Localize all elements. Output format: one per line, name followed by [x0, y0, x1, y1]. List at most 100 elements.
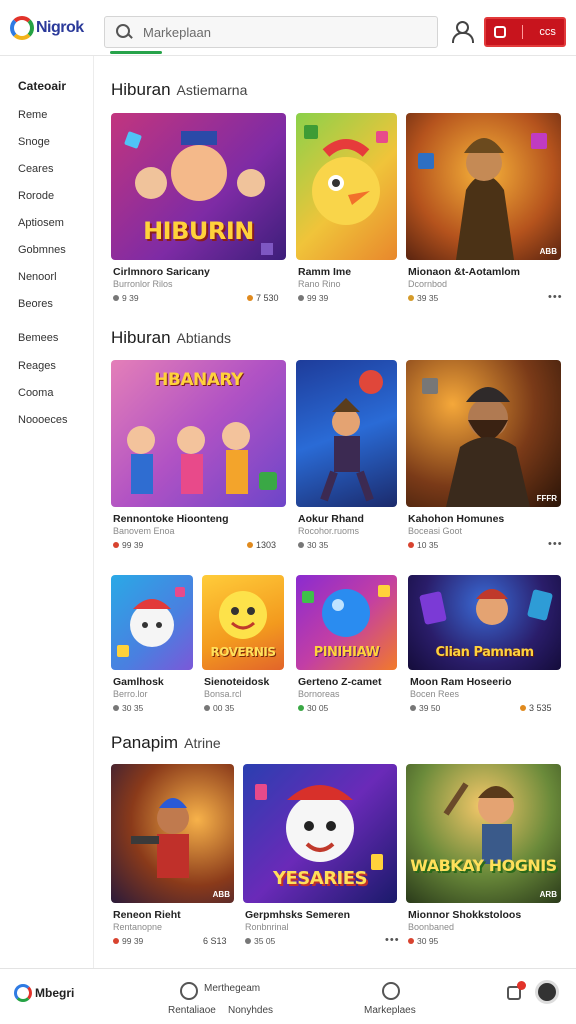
game-thumbnail[interactable]: WABKAY HOGNIS ARB	[406, 764, 561, 903]
rating-icon	[408, 938, 414, 944]
game-thumbnail[interactable]: HBANARY	[111, 360, 286, 507]
game-card[interactable]: ABB Reneon Rieht Rentanopne 99 39 6 S13	[111, 764, 234, 949]
game-title: Cirlmnoro Saricany	[113, 266, 210, 278]
game-card[interactable]: HBANARY Rennontoke Hioonteng Banovem Eno…	[111, 360, 286, 550]
nav-tab-label[interactable]: Merthegeam	[204, 983, 260, 994]
game-thumbnail-title: YESARIES	[272, 868, 368, 889]
more-options-icon[interactable]: •••	[548, 538, 563, 550]
coin-icon	[520, 705, 526, 711]
game-thumbnail[interactable]: YESARIES	[243, 764, 397, 903]
price-value: 3 535	[529, 703, 552, 713]
bottom-logo[interactable]: Mbegri	[14, 984, 74, 1002]
game-title: Mionnor Shokkstoloos	[408, 909, 522, 921]
rating-icon	[298, 705, 304, 711]
rating-icon	[410, 705, 416, 711]
game-meta: 10 35	[408, 540, 438, 550]
sidebar-item[interactable]: Gobmnes	[18, 244, 66, 256]
logo-text: Nigrok	[36, 19, 84, 36]
game-thumbnail[interactable]: FFFR	[406, 360, 561, 507]
game-thumbnail[interactable]: PINIHIAW	[296, 575, 397, 670]
game-card[interactable]: FFFR Kahohon Homunes Boceasi Goot 10 35 …	[406, 360, 563, 550]
sidebar-item[interactable]: Reages	[18, 360, 56, 372]
rating-icon	[408, 542, 414, 548]
character-illustration	[422, 378, 530, 507]
nav-tab-label[interactable]: Markeplaes	[364, 1005, 416, 1016]
sidebar-item[interactable]: Rorode	[18, 190, 54, 202]
sidebar-item[interactable]: Aptiosem	[18, 217, 64, 229]
game-title: Gerteno Z-camet	[298, 676, 382, 688]
rating-value: 99 39	[307, 293, 329, 303]
game-thumbnail[interactable]	[296, 360, 397, 507]
game-title: Gamlhosk	[113, 676, 164, 688]
game-meta: 99 39	[113, 540, 143, 550]
active-tab-indicator	[110, 51, 162, 54]
price-value: 7 530	[256, 293, 279, 303]
more-options-icon[interactable]: •••	[385, 934, 400, 946]
sidebar-item[interactable]: Beores	[18, 298, 53, 310]
game-card[interactable]: HIBURIN Cirlmnoro Saricany Burronlor Ril…	[111, 113, 286, 303]
game-thumbnail[interactable]: HIBURIN	[111, 113, 286, 260]
sidebar-item[interactable]: Noooeces	[18, 414, 68, 426]
game-card[interactable]: YESARIES Gerpmhsks Semeren Ronbnrinal 35…	[243, 764, 400, 949]
search-input[interactable]: Markeplaan	[143, 25, 211, 40]
cart-button[interactable]: ccs	[484, 17, 566, 47]
game-thumbnail[interactable]	[111, 575, 193, 670]
section-title: Hiburan Abtiands	[111, 328, 231, 348]
game-card[interactable]: ABB Mionaon &t-Aotamlom Dcornbod 39 35 •…	[406, 113, 563, 303]
game-price: 6 S13	[203, 936, 227, 946]
character-illustration	[443, 782, 514, 864]
game-card[interactable]: ROVERNIS Sienoteidosk Bonsa.rcl 00 35	[202, 575, 284, 715]
section-title-main: Panapim	[111, 733, 179, 752]
game-card[interactable]: Clian Pamnam Moon Ram Hoseerio Bocen Ree…	[408, 575, 561, 715]
user-icon[interactable]	[450, 20, 474, 43]
nav-tab-label[interactable]: Nonyhdes	[228, 1005, 273, 1016]
game-card[interactable]: Gamlhosk Berro.lor 30 35	[111, 575, 193, 715]
sidebar-item[interactable]: Reme	[18, 109, 47, 121]
game-price: 7 530	[247, 293, 279, 303]
game-meta: 9 39	[113, 293, 139, 303]
sidebar-item[interactable]: Ceares	[18, 163, 53, 175]
more-options-icon[interactable]: •••	[548, 291, 563, 303]
game-thumbnail[interactable]: ABB	[111, 764, 234, 903]
rating-value: 39 50	[419, 703, 441, 713]
clock-icon[interactable]	[180, 982, 198, 1000]
game-card[interactable]: PINIHIAW Gerteno Z-camet Bornoreas 30 05	[296, 575, 397, 715]
wallet-icon	[494, 26, 507, 38]
avatar[interactable]	[535, 980, 559, 1004]
sidebar-item[interactable]: Bemees	[18, 332, 58, 344]
game-thumbnail[interactable]	[296, 113, 397, 260]
game-studio: Rentanopne	[113, 922, 163, 932]
game-meta: 30 95	[408, 936, 438, 946]
rating-icon	[298, 295, 304, 301]
game-card[interactable]: Ramm Ime Rano Rino 99 39	[296, 113, 397, 303]
rating-value: 30 95	[417, 936, 439, 946]
sidebar-item[interactable]: Snoge	[18, 136, 50, 148]
game-card[interactable]: WABKAY HOGNIS ARB Mionnor Shokkstoloos B…	[406, 764, 561, 949]
rating-icon	[245, 938, 251, 944]
thumbnail-badge: ABB	[539, 247, 557, 256]
chat-icon[interactable]	[382, 982, 400, 1000]
character-illustration	[117, 587, 185, 657]
section-title-sub: Astiemarna	[176, 82, 248, 98]
game-thumbnail[interactable]: Clian Pamnam	[408, 575, 561, 670]
search-bar[interactable]: Markeplaan	[104, 16, 438, 48]
game-studio: Ronbnrinal	[245, 922, 289, 932]
rating-icon	[298, 542, 304, 548]
game-card[interactable]: Aokur Rhand Rocohor.ruoms 30 35	[296, 360, 397, 550]
game-title: Reneon Rieht	[113, 909, 181, 921]
thumbnail-badge: ARB	[539, 890, 557, 899]
bottom-nav: Mbegri Merthegeam Rentaliaoe Nonyhdes Ma…	[0, 968, 576, 1024]
bottom-logo-text: Mbegri	[35, 986, 75, 1000]
sidebar-item[interactable]: Cooma	[18, 387, 53, 399]
game-thumbnail[interactable]: ROVERNIS	[202, 575, 284, 670]
coin-icon	[247, 542, 253, 548]
rating-icon	[408, 295, 414, 301]
app-logo[interactable]: Nigrok	[10, 15, 84, 41]
rating-value: 99 39	[122, 540, 144, 550]
game-thumbnail[interactable]: ABB	[406, 113, 561, 260]
game-studio: Rano Rino	[298, 279, 341, 289]
sidebar-item[interactable]: Nenoorl	[18, 271, 57, 283]
game-thumbnail-title: WABKAY HOGNIS	[410, 856, 557, 875]
nav-tab-label[interactable]: Rentaliaoe	[168, 1005, 216, 1016]
game-studio: Bornoreas	[298, 689, 340, 699]
